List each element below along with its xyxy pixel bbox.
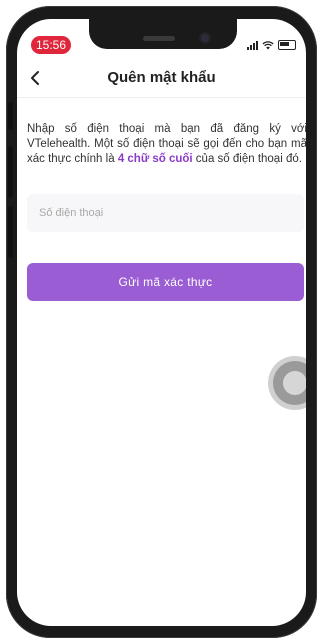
assistive-touch-icon[interactable] — [273, 361, 306, 405]
battery-icon — [278, 40, 296, 50]
side-button-mute — [8, 102, 13, 130]
app-screen: 15:56 Quên mật khẩu Nhập số điện thoại m… — [17, 19, 306, 626]
page-title: Quên mật khẩu — [107, 69, 216, 86]
status-icons — [247, 40, 296, 50]
instruction-text-end: của số điện thoại đó. — [192, 153, 302, 165]
side-button-volume-up — [8, 146, 13, 198]
side-button-volume-down — [8, 206, 13, 258]
speaker-grill — [143, 36, 175, 41]
instruction-highlight: 4 chữ số cuối — [117, 153, 193, 165]
wifi-icon — [262, 40, 274, 49]
nav-bar: Quên mật khẩu — [17, 61, 306, 98]
send-code-button[interactable]: Gửi mã xác thực — [27, 263, 304, 301]
phone-number-input[interactable] — [27, 194, 304, 232]
signal-icon — [247, 40, 258, 50]
notch — [89, 19, 237, 49]
instruction-text: Nhập số điện thoại mà bạn đã đăng ký với… — [27, 122, 306, 167]
status-time: 15:56 — [31, 36, 71, 54]
front-camera — [201, 34, 209, 42]
